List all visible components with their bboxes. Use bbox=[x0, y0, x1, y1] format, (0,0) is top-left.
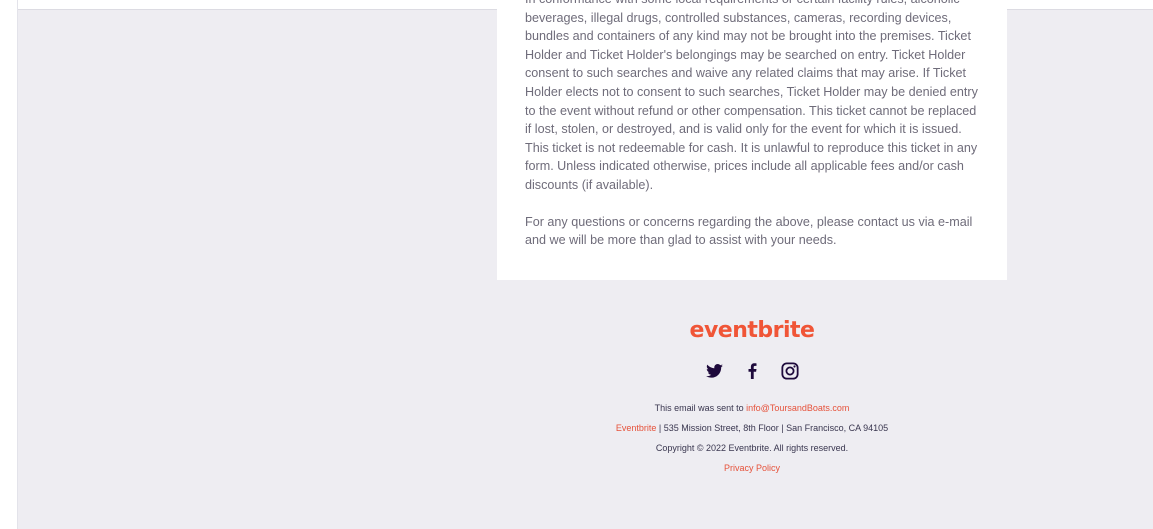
eventbrite-logo[interactable]: eventbrite bbox=[497, 316, 1007, 346]
terms-paragraph-1: In conformance with some local requireme… bbox=[525, 0, 978, 192]
privacy-policy-link[interactable]: Privacy Policy bbox=[724, 463, 780, 473]
address-line: Eventbrite | 535 Mission Street, 8th Flo… bbox=[497, 418, 1007, 438]
footer-meta: This email was sent to info@ToursandBoat… bbox=[497, 398, 1007, 478]
email-footer: eventbrite This email was sent to info@T… bbox=[497, 300, 1007, 478]
sent-to-text: This email was sent to bbox=[654, 403, 747, 413]
sent-to-line: This email was sent to info@ToursandBoat… bbox=[497, 398, 1007, 418]
terms-card: In conformance with some local requireme… bbox=[497, 0, 1007, 280]
email-viewport: In conformance with some local requireme… bbox=[0, 0, 1153, 529]
copyright-text: Copyright © 2022 Eventbrite. All rights … bbox=[655, 443, 849, 453]
company-address: | 535 Mission Street, 8th Floor | San Fr… bbox=[656, 423, 889, 433]
eventbrite-link[interactable]: Eventbrite bbox=[616, 423, 657, 433]
left-pane-edge bbox=[0, 0, 18, 529]
instagram-icon[interactable] bbox=[780, 361, 800, 381]
sent-to-email-link[interactable]: info@ToursandBoats.com bbox=[746, 403, 849, 413]
facebook-icon[interactable] bbox=[742, 361, 762, 381]
twitter-icon[interactable] bbox=[704, 361, 724, 381]
social-links bbox=[497, 360, 1007, 382]
terms-paragraph-2: For any questions or concerns regarding … bbox=[525, 214, 973, 248]
privacy-policy-line: Privacy Policy bbox=[497, 458, 1007, 478]
